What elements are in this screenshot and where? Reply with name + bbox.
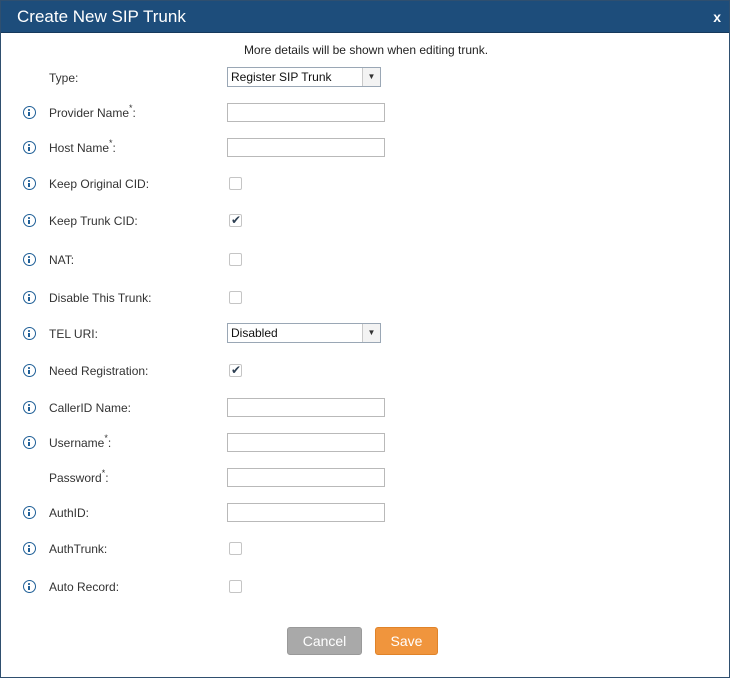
auto-record-label: Auto Record:: [49, 580, 120, 594]
close-button[interactable]: x: [713, 9, 721, 25]
need-registration-label: Need Registration:: [49, 364, 149, 378]
info-icon[interactable]: [23, 580, 36, 593]
info-icon[interactable]: [23, 436, 36, 449]
host-name-input[interactable]: [227, 138, 385, 157]
password-input[interactable]: [227, 468, 385, 487]
checkmark-icon: ✔: [231, 213, 242, 227]
info-icon[interactable]: [23, 291, 36, 304]
row-authid: AuthID:: [1, 502, 729, 526]
keep-original-cid-checkbox[interactable]: [229, 177, 242, 190]
need-registration-checkbox[interactable]: ✔: [229, 363, 242, 377]
callerid-name-input[interactable]: [227, 398, 385, 417]
row-username: Username*:: [1, 432, 729, 456]
row-keep-trunk-cid: Keep Trunk CID: ✔: [1, 210, 729, 234]
row-keep-original-cid: Keep Original CID:: [1, 173, 729, 197]
info-icon[interactable]: [23, 401, 36, 414]
callerid-name-label: CallerID Name:: [49, 401, 132, 415]
info-icon[interactable]: [23, 141, 36, 154]
nat-label: NAT:: [49, 253, 75, 267]
tel-uri-select-value: Disabled: [231, 326, 278, 340]
authtrunk-checkbox[interactable]: [229, 542, 242, 555]
row-disable-this-trunk: Disable This Trunk:: [1, 287, 729, 311]
tel-uri-label: TEL URI:: [49, 327, 98, 341]
dialog-title: Create New SIP Trunk: [17, 7, 186, 26]
type-select[interactable]: Register SIP Trunk ▼: [227, 67, 381, 87]
info-icon[interactable]: [23, 506, 36, 519]
row-auto-record: Auto Record:: [1, 576, 729, 600]
info-icon[interactable]: [23, 214, 36, 227]
disable-this-trunk-checkbox[interactable]: [229, 291, 242, 304]
password-label: Password*:: [49, 468, 109, 485]
authid-label: AuthID:: [49, 506, 90, 520]
host-name-label: Host Name*:: [49, 138, 116, 155]
cancel-button[interactable]: Cancel: [287, 627, 362, 655]
row-type: Type: Register SIP Trunk ▼: [1, 67, 729, 91]
checkmark-icon: ✔: [231, 363, 242, 377]
auto-record-checkbox[interactable]: [229, 580, 242, 593]
chevron-down-icon: ▼: [362, 68, 380, 86]
info-icon[interactable]: [23, 106, 36, 119]
provider-name-label: Provider Name*:: [49, 103, 136, 120]
create-sip-trunk-dialog: Create New SIP Trunk x More details will…: [0, 0, 730, 678]
row-password: Password*:: [1, 467, 729, 491]
row-host-name: Host Name*:: [1, 137, 729, 161]
keep-original-cid-label: Keep Original CID:: [49, 177, 150, 191]
row-callerid-name: CallerID Name:: [1, 397, 729, 421]
disable-this-trunk-label: Disable This Trunk:: [49, 291, 152, 305]
save-button[interactable]: Save: [375, 627, 438, 655]
keep-trunk-cid-checkbox[interactable]: ✔: [229, 213, 242, 227]
info-icon[interactable]: [23, 177, 36, 190]
username-input[interactable]: [227, 433, 385, 452]
nat-checkbox[interactable]: [229, 253, 242, 266]
dialog-titlebar: Create New SIP Trunk x: [1, 1, 729, 33]
row-provider-name: Provider Name*:: [1, 102, 729, 126]
info-icon[interactable]: [23, 542, 36, 555]
provider-name-input[interactable]: [227, 103, 385, 122]
row-need-registration: Need Registration: ✔: [1, 360, 729, 384]
username-label: Username*:: [49, 433, 112, 450]
keep-trunk-cid-label: Keep Trunk CID:: [49, 214, 138, 228]
row-nat: NAT:: [1, 249, 729, 273]
tel-uri-select[interactable]: Disabled ▼: [227, 323, 381, 343]
row-authtrunk: AuthTrunk:: [1, 538, 729, 562]
type-select-value: Register SIP Trunk: [231, 70, 332, 84]
authid-input[interactable]: [227, 503, 385, 522]
info-icon[interactable]: [23, 364, 36, 377]
chevron-down-icon: ▼: [362, 324, 380, 342]
type-label: Type:: [49, 71, 79, 85]
authtrunk-label: AuthTrunk:: [49, 542, 108, 556]
info-icon[interactable]: [23, 327, 36, 340]
row-tel-uri: TEL URI: Disabled ▼: [1, 323, 729, 347]
info-icon[interactable]: [23, 253, 36, 266]
info-note: More details will be shown when editing …: [243, 43, 489, 57]
